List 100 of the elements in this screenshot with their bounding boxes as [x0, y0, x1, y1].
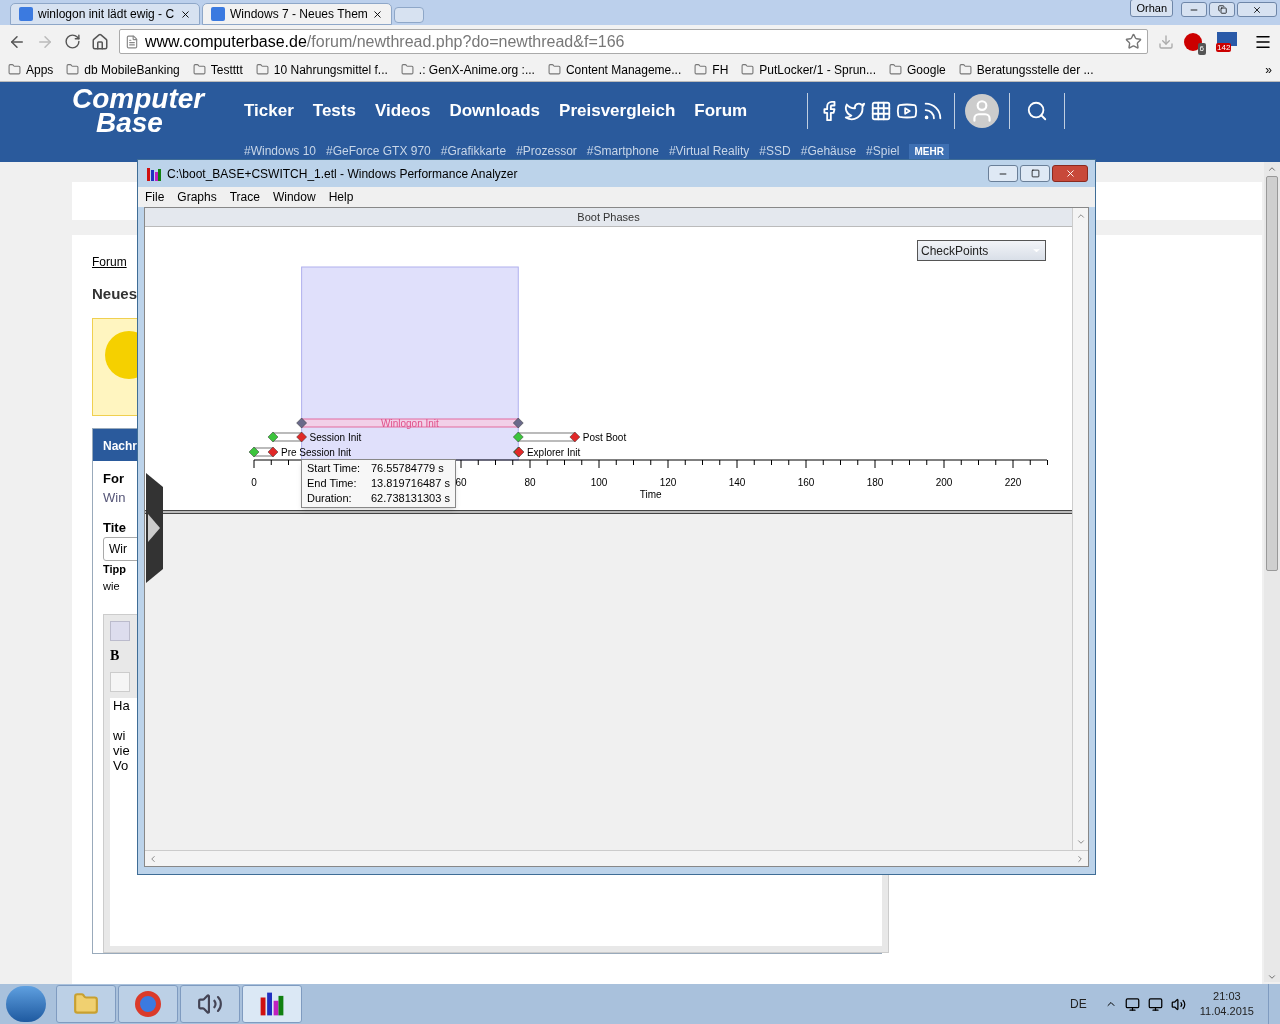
editor-line: vie [113, 743, 131, 758]
minimize-button[interactable] [1181, 2, 1207, 17]
site-logo[interactable]: Computer Base [72, 87, 222, 135]
bookmark-item[interactable]: 10 Nahrungsmittel f... [255, 60, 388, 79]
bookmark-icon [8, 63, 21, 76]
forum-name: Win [103, 489, 126, 507]
scrollbar-thumb[interactable] [1266, 176, 1278, 571]
more-bookmarks[interactable]: » [1265, 60, 1272, 79]
close-tab-icon[interactable] [372, 8, 383, 20]
language-indicator[interactable]: DE [1070, 995, 1087, 1013]
tab-title: winlogon init lädt ewig - C [38, 6, 175, 23]
bookmark-item[interactable]: Content Manageme... [547, 60, 682, 79]
close-button[interactable] [1052, 165, 1088, 182]
maximize-icon [1030, 169, 1040, 178]
reload-icon[interactable] [64, 33, 81, 50]
clock-date: 11.04.2015 [1199, 1004, 1254, 1019]
scroll-up-icon [1267, 164, 1277, 174]
scroll-left-icon [148, 853, 158, 864]
tag-link[interactable]: #Gehäuse [800, 142, 857, 160]
editor-line: wi [113, 728, 127, 743]
browser-tab[interactable]: Windows 7 - Neues Them [202, 3, 392, 25]
menu-item[interactable]: Window [272, 188, 316, 206]
axis-tick-label: 80 [524, 477, 536, 488]
axis-title: Time [639, 489, 662, 500]
taskbar-button[interactable] [242, 985, 302, 1023]
horizontal-scrollbar[interactable] [145, 850, 1088, 866]
bookmark-item[interactable]: .: GenX-Anime.org :... [400, 60, 535, 79]
editor-line: Ha [113, 698, 131, 713]
tag-link[interactable]: #GeForce GTX 970 [326, 142, 431, 160]
bookmark-item[interactable]: Beratungsstelle der ... [958, 60, 1094, 79]
bookmark-icon [400, 63, 414, 76]
close-tab-icon[interactable] [180, 8, 191, 20]
maximize-button[interactable] [1020, 165, 1050, 182]
search-icon[interactable] [1026, 100, 1049, 122]
tag-link[interactable]: #SSD [759, 142, 791, 160]
field-label: For [103, 469, 124, 488]
clock-time: 21:03 [1213, 989, 1241, 1004]
bookmark-item[interactable]: FH [694, 60, 729, 79]
bookmark-item[interactable]: PutLocker/1 - Sprun... [741, 60, 877, 79]
bookmark-icon [889, 63, 903, 76]
bookmark-icon [547, 63, 561, 76]
profile-button[interactable]: Orhan [1130, 0, 1173, 17]
bookmark-star-icon[interactable] [1125, 33, 1142, 50]
tag-link[interactable]: #Windows 10 [244, 142, 317, 160]
page-scrollbar[interactable] [1264, 162, 1280, 982]
bookmark-item[interactable]: Testttt [192, 60, 243, 79]
taskbar-button[interactable] [180, 985, 240, 1023]
restore-icon [1217, 5, 1227, 14]
menu-item[interactable]: Trace [229, 188, 260, 206]
nav-link[interactable]: Videos [374, 98, 431, 124]
nav-link[interactable]: Downloads [449, 98, 541, 124]
scroll-right-icon [1075, 853, 1085, 864]
home-icon[interactable] [91, 32, 109, 51]
page-heading: Neues [92, 284, 139, 304]
nav-link[interactable]: Forum [694, 98, 748, 124]
bookmark-item[interactable]: Google [889, 60, 946, 79]
bold-button[interactable]: B [110, 645, 130, 666]
twitter-icon[interactable] [844, 100, 867, 122]
bookmark-icon [255, 63, 269, 76]
tag-link[interactable]: #Smartphone [586, 142, 659, 160]
browser-tab[interactable]: winlogon init lädt ewig - C [10, 3, 200, 25]
tag-link[interactable]: #Spiel [866, 142, 900, 160]
nav-link[interactable]: Ticker [244, 98, 294, 124]
nav-link[interactable]: Preisvergleich [559, 98, 676, 124]
folder-icon [73, 991, 99, 1017]
tag-link[interactable]: #Grafikkarte [440, 142, 507, 160]
network-icon[interactable] [1124, 996, 1140, 1012]
bookmark-item[interactable]: db MobileBanking [66, 60, 180, 79]
avatar-icon[interactable] [965, 94, 1000, 128]
menu-item[interactable]: Graphs [177, 188, 217, 206]
panel-title: Boot Phases [577, 209, 640, 225]
address-bar[interactable]: www.computerbase.de/forum/newthread.php?do=newthread&f=166 [119, 29, 1148, 54]
bookmark-item[interactable]: Apps [8, 60, 54, 79]
tooltip-label: Start Time: [307, 461, 362, 476]
panel-title: Nachr [103, 438, 137, 453]
browser-icon [135, 991, 161, 1017]
tag-link[interactable]: #Prozessor [516, 142, 577, 160]
nav-link[interactable]: Tests [312, 98, 356, 124]
start-button[interactable] [6, 986, 46, 1022]
scroll-down-icon [1075, 837, 1086, 847]
axis-tick-label: 140 [728, 477, 746, 488]
checkpoints-dropdown[interactable]: CheckPoints [917, 240, 1046, 261]
site-icon [211, 7, 225, 21]
phase-bar [513, 431, 581, 443]
vertical-scrollbar[interactable] [1072, 208, 1088, 850]
volume-icon[interactable] [1170, 996, 1186, 1012]
close-button[interactable] [1237, 2, 1277, 17]
menu-item[interactable]: File [145, 188, 165, 206]
more-tags-button[interactable]: MEHR [909, 143, 949, 159]
scroll-up-icon [1075, 211, 1086, 221]
restore-button[interactable] [1209, 2, 1235, 17]
tag-link[interactable]: #Virtual Reality [668, 142, 750, 160]
menu-item[interactable]: Help [328, 188, 354, 206]
phase-bar [248, 446, 279, 458]
field-label: Tite [103, 518, 126, 537]
minimize-button[interactable] [988, 165, 1018, 182]
axis-tick-label: 180 [866, 477, 884, 488]
bar-chart-icon [146, 165, 162, 182]
close-icon [1252, 4, 1262, 15]
clock[interactable]: 21:03 11.04.2015 [1199, 989, 1254, 1019]
